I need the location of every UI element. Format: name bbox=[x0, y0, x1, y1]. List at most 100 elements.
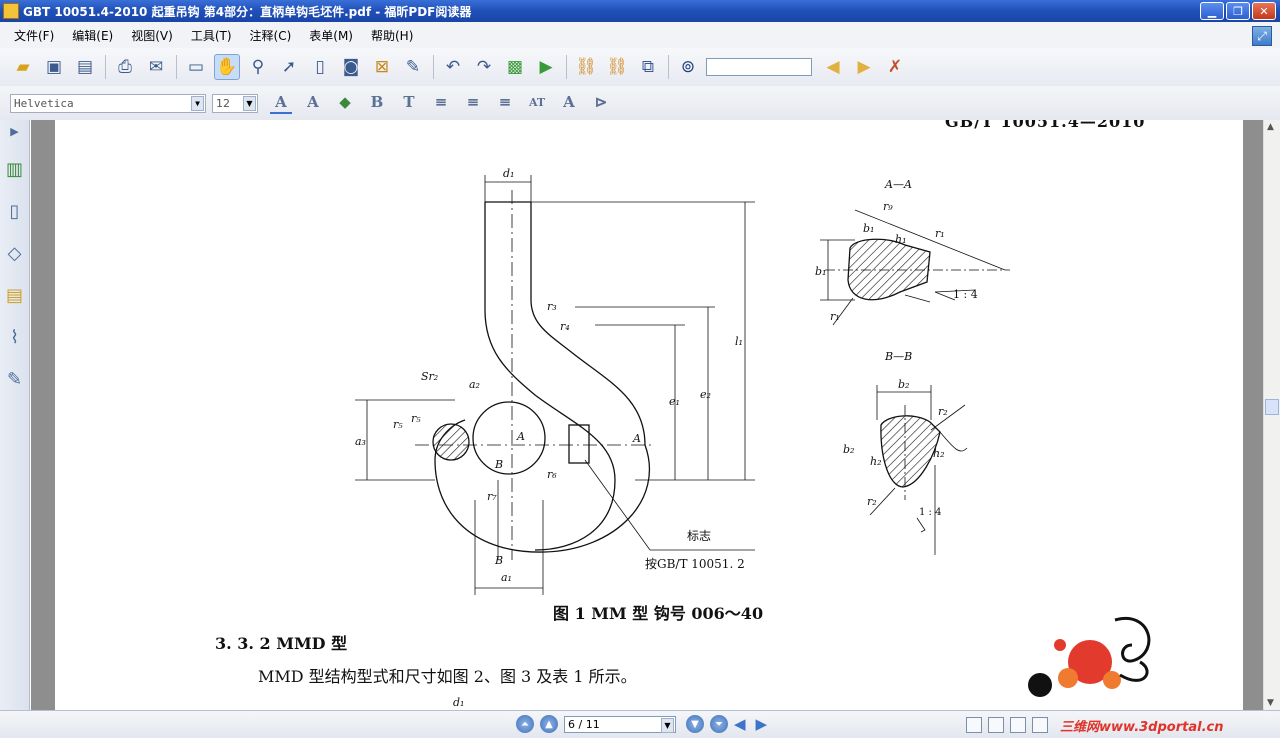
find-prev-icon[interactable]: ◀ bbox=[820, 54, 846, 80]
dim-r3: r₃ bbox=[547, 300, 557, 313]
snapshot-icon[interactable]: ◙ bbox=[338, 54, 364, 80]
dim-r2-a: r₂ bbox=[938, 405, 948, 418]
continuous-view-icon[interactable] bbox=[988, 717, 1004, 733]
menu-help[interactable]: 帮助(H) bbox=[371, 27, 413, 44]
find-next-icon[interactable]: ▶ bbox=[851, 54, 877, 80]
email-icon[interactable]: ✉ bbox=[143, 54, 169, 80]
dim-h2-b: h₂ bbox=[933, 447, 945, 460]
restore-view-icon[interactable]: ⤢ bbox=[1252, 26, 1272, 46]
forward-arrow-icon[interactable]: ▶ bbox=[756, 715, 768, 733]
menu-file[interactable]: 文件(F) bbox=[14, 27, 54, 44]
align-center-icon[interactable]: ≡ bbox=[462, 92, 484, 114]
attachments-icon[interactable]: ⌇ bbox=[4, 324, 26, 350]
dim-r6: r₆ bbox=[547, 468, 557, 481]
font-select[interactable]: Helvetica ▼ bbox=[10, 93, 206, 113]
text-color-icon[interactable]: A bbox=[270, 92, 292, 114]
next-page-icon[interactable]: ▼ bbox=[686, 715, 704, 733]
sign-icon[interactable]: ✎ bbox=[400, 54, 426, 80]
format-toolbar: Helvetica ▼ 12 ▼ A A ◆ B T ≡ ≡ ≡ AT A ⊳ bbox=[0, 86, 1280, 120]
menu-comments[interactable]: 注释(C) bbox=[250, 27, 292, 44]
open-icon[interactable]: ▰ bbox=[10, 54, 36, 80]
comments-icon[interactable]: ▤ bbox=[4, 282, 26, 308]
typewriter-icon[interactable]: ✗ bbox=[882, 54, 908, 80]
char-spacing-icon[interactable]: AT bbox=[526, 92, 548, 114]
font-size-select[interactable]: 12 ▼ bbox=[212, 93, 258, 113]
close-button[interactable]: ✕ bbox=[1252, 2, 1276, 20]
text-field-icon[interactable]: ⊳ bbox=[590, 92, 612, 114]
redo-icon[interactable]: ↷ bbox=[471, 54, 497, 80]
section-heading: 3. 3. 2 MMD 型 bbox=[215, 634, 348, 653]
align-right-icon[interactable]: ≡ bbox=[494, 92, 516, 114]
dim-r1-a: r₁ bbox=[935, 227, 945, 240]
next-figure-label: d₁ bbox=[453, 696, 465, 709]
dim-b2-a: b₂ bbox=[898, 378, 909, 391]
layers-icon[interactable]: ◇ bbox=[4, 240, 26, 266]
dim-b1-a: b₁ bbox=[863, 222, 874, 235]
dim-d1: d₁ bbox=[503, 167, 514, 180]
save-as-icon[interactable]: ▤ bbox=[72, 54, 98, 80]
loupe-icon[interactable]: ⚲ bbox=[245, 54, 271, 80]
facing-view-icon[interactable] bbox=[1010, 717, 1026, 733]
expand-sidebar-icon[interactable]: ▶ bbox=[4, 122, 26, 140]
text-highlight-icon[interactable]: A bbox=[302, 92, 324, 114]
maximize-button[interactable]: ❐ bbox=[1226, 2, 1250, 20]
page-number-input[interactable]: 6 / 11 ▼ bbox=[564, 715, 676, 733]
hand-tool-icon[interactable]: ✋ bbox=[214, 54, 240, 80]
mark-title: 标志 bbox=[687, 529, 711, 543]
figure-caption: 图 1 MM 型 钩号 006～40 bbox=[553, 604, 764, 623]
back-arrow-icon[interactable]: ◀ bbox=[734, 715, 746, 733]
chevron-down-icon[interactable]: ▼ bbox=[243, 95, 256, 111]
text-select-icon[interactable]: ▯ bbox=[307, 54, 333, 80]
print-icon[interactable]: ⎙ bbox=[112, 54, 138, 80]
rms-lock-icon[interactable]: ⊠ bbox=[369, 54, 395, 80]
unlink-icon[interactable]: ⛓ bbox=[604, 54, 630, 80]
single-page-view-icon[interactable] bbox=[966, 717, 982, 733]
label-a-center: A bbox=[516, 430, 525, 443]
align-left-icon[interactable]: ≡ bbox=[430, 92, 452, 114]
bookmarks-icon[interactable]: ▥ bbox=[4, 156, 26, 182]
label-b-bottom: B bbox=[494, 554, 503, 567]
font-scale-icon[interactable]: A bbox=[558, 92, 580, 114]
page-number-value: 6 / 11 bbox=[568, 717, 600, 731]
dim-b2-b: b₂ bbox=[843, 443, 854, 456]
menu-edit[interactable]: 编辑(E) bbox=[72, 27, 113, 44]
first-page-icon[interactable]: ⏶ bbox=[516, 715, 534, 733]
signatures-icon[interactable]: ✎ bbox=[4, 366, 26, 392]
pdf-page: GB/T 10051.4—2010 d₁ l₁ e₁ e₂ a₁ a₂ a₃ r… bbox=[55, 120, 1243, 710]
main-toolbar: ▰ ▣ ▤ ⎙ ✉ ▭ ✋ ⚲ ➚ ▯ ◙ ⊠ ✎ ↶ ↷ ▩ ▶ ⛓ ⛓ ⧉ … bbox=[0, 48, 1280, 86]
prev-page-icon[interactable]: ▲ bbox=[540, 715, 558, 733]
label-b-center: B bbox=[494, 458, 503, 471]
menu-tools[interactable]: 工具(T) bbox=[191, 27, 232, 44]
dim-r5: r₅ bbox=[393, 418, 403, 431]
pages-icon[interactable]: ▯ bbox=[4, 198, 26, 224]
find-input[interactable] bbox=[706, 58, 812, 76]
mark-ref: 按GB/T 10051. 2 bbox=[645, 557, 745, 571]
chevron-down-icon[interactable]: ▼ bbox=[191, 95, 204, 111]
save-icon[interactable]: ▣ bbox=[41, 54, 67, 80]
title-bar: GBT 10051.4-2010 起重吊钩 第4部分：直柄单钩毛坯件.pdf -… bbox=[0, 0, 1280, 22]
add-page-icon[interactable]: ▩ bbox=[502, 54, 528, 80]
dim-r2-b: r₂ bbox=[867, 495, 877, 508]
scroll-thumb[interactable] bbox=[1265, 399, 1279, 415]
menu-view[interactable]: 视图(V) bbox=[131, 27, 173, 44]
chevron-down-icon[interactable]: ▼ bbox=[661, 717, 674, 733]
fullscreen-icon[interactable]: ▭ bbox=[183, 54, 209, 80]
vertical-scrollbar[interactable]: ▲ ▼ bbox=[1263, 120, 1280, 710]
find-binoculars-icon[interactable]: ⊚ bbox=[675, 54, 701, 80]
undo-icon[interactable]: ↶ bbox=[440, 54, 466, 80]
fill-color-icon[interactable]: ◆ bbox=[334, 92, 356, 114]
play-icon[interactable]: ▶ bbox=[533, 54, 559, 80]
select-arrow-icon[interactable]: ➚ bbox=[276, 54, 302, 80]
dim-b1-b: b₁ bbox=[815, 265, 826, 278]
scroll-down-icon[interactable]: ▼ bbox=[1267, 698, 1274, 708]
menu-forms[interactable]: 表单(M) bbox=[309, 27, 353, 44]
last-page-icon[interactable]: ⏷ bbox=[710, 715, 728, 733]
continuous-facing-view-icon[interactable] bbox=[1032, 717, 1048, 733]
link-icon[interactable]: ⛓ bbox=[573, 54, 599, 80]
italic-icon[interactable]: T bbox=[398, 92, 420, 114]
bold-icon[interactable]: B bbox=[366, 92, 388, 114]
minimize-button[interactable]: ▁ bbox=[1200, 2, 1224, 20]
scroll-up-icon[interactable]: ▲ bbox=[1267, 122, 1274, 132]
watermark-text: 三维网www.3dportal.cn bbox=[1060, 720, 1224, 735]
attach-icon[interactable]: ⧉ bbox=[635, 54, 661, 80]
